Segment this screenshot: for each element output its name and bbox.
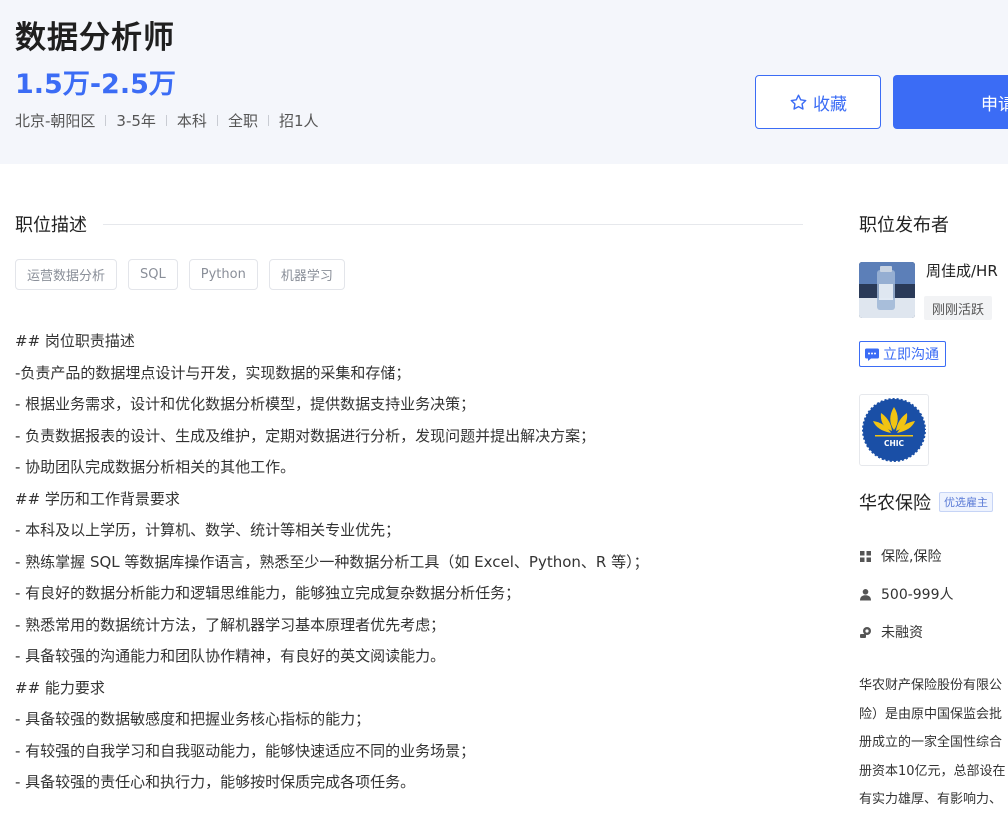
job-header: 数据分析师 1.5万-2.5万 北京-朝阳区 3-5年 本科 全职 招1人 收藏… xyxy=(0,0,1008,164)
publisher-title: 职位发布者 xyxy=(859,215,949,236)
section-divider xyxy=(103,223,803,225)
description-line: - 根据业务需求，设计和优化数据分析模型，提供数据支持业务决策； xyxy=(15,395,476,413)
description-line: -负责产品的数据埋点设计与开发，实现数据的采集和存储； xyxy=(15,363,411,382)
description-line: - 负责数据报表的设计、生成及维护，定期对数据进行分析，发现问题并提出解决方案； xyxy=(15,426,596,445)
job-type: 全职 xyxy=(227,112,258,130)
company-name-row: 华农保险 优选雇主 xyxy=(859,489,993,515)
company-logo-text: CHIC xyxy=(884,439,905,448)
skill-tag[interactable]: SQL xyxy=(128,259,178,290)
collect-button[interactable]: 收藏 xyxy=(755,75,881,129)
apply-label: 申请 xyxy=(981,94,1008,115)
description-line: - 熟练掌握 SQL 等数据库操作语言，熟悉至少一种数据分析工具（如 Excel… xyxy=(15,552,649,571)
company-name[interactable]: 华农保险 xyxy=(859,489,931,515)
description-line: - 具备较强的数据敏感度和把握业务核心指标的能力； xyxy=(15,710,371,728)
job-location: 北京-朝阳区 xyxy=(15,112,96,130)
star-icon xyxy=(790,94,807,110)
company-intro-line: 册资本10亿元，总部设在 xyxy=(859,763,1006,779)
skill-tag[interactable]: Python xyxy=(188,259,258,290)
description-line: - 具备较强的责任心和执行力，能够按时保质完成各项任务。 xyxy=(15,773,416,791)
company-intro: 华农财产保险股份有限公 险）是由原中国保监会批 册成立的一家全国性综合 册资本1… xyxy=(859,676,1008,819)
description-line: - 协助团队完成数据分析相关的其他工作。 xyxy=(15,458,296,476)
description-line: - 有良好的数据分析能力和逻辑思维能力，能够独立完成复杂数据分析任务； xyxy=(15,584,521,602)
description-line: - 有较强的自我学习和自我驱动能力，能够快速适应不同的业务场景； xyxy=(15,741,476,760)
job-education: 本科 xyxy=(176,112,207,130)
company-size-row: 500-999人 xyxy=(859,584,954,604)
avatar-photo xyxy=(859,262,915,318)
company-intro-line: 险）是由原中国保监会批 xyxy=(859,706,1003,722)
description-line: - 熟悉常用的数据统计方法，了解机器学习基本原理者优先考虑； xyxy=(15,615,446,634)
description-line: ## 学历和工作背景要求 xyxy=(15,489,180,508)
collect-label: 收藏 xyxy=(813,94,847,115)
meta-divider xyxy=(105,115,107,126)
grid-icon xyxy=(860,550,871,562)
company-industry: 保险,保险 xyxy=(881,549,942,565)
skill-tag[interactable]: 机器学习 xyxy=(268,259,345,290)
apply-button[interactable]: 申请 xyxy=(893,75,1008,129)
person-icon xyxy=(860,588,871,600)
description-heading: 职位描述 xyxy=(15,211,803,237)
funding-icon xyxy=(860,626,871,638)
company-size: 500-999人 xyxy=(881,587,954,603)
job-experience: 3-5年 xyxy=(116,112,156,130)
job-headcount: 招1人 xyxy=(278,112,319,130)
meta-divider xyxy=(216,115,218,126)
skill-tag[interactable]: 运营数据分析 xyxy=(15,259,118,290)
chat-now-label: 立即沟通 xyxy=(883,347,939,363)
skill-tags: 运营数据分析 SQL Python 机器学习 xyxy=(15,259,345,290)
preferred-employer-badge: 优选雇主 xyxy=(939,492,993,512)
job-meta: 北京-朝阳区 3-5年 本科 全职 招1人 xyxy=(15,110,319,131)
meta-divider xyxy=(267,115,269,126)
description-title: 职位描述 xyxy=(15,215,87,236)
company-industry-row: 保险,保险 xyxy=(859,546,941,566)
job-title: 数据分析师 xyxy=(15,20,175,56)
publisher-name: 周佳成/HR xyxy=(926,262,998,280)
meta-divider xyxy=(165,115,167,126)
description-line: ## 岗位职责描述 xyxy=(15,332,135,350)
description-line: - 本科及以上学历，计算机、数学、统计等相关专业优先； xyxy=(15,521,401,539)
chat-icon xyxy=(865,348,879,361)
description-line: ## 能力要求 xyxy=(15,678,105,697)
company-logo-image: CHIC xyxy=(861,397,927,463)
description-line: - 具备较强的沟通能力和团队协作精神，有良好的英文阅读能力。 xyxy=(15,647,446,665)
avatar[interactable] xyxy=(859,262,915,318)
company-funding-row: 未融资 xyxy=(859,622,923,642)
chat-now-button[interactable]: 立即沟通 xyxy=(859,341,946,367)
company-logo[interactable]: CHIC xyxy=(859,394,929,466)
company-intro-line: 有实力雄厚、有影响力、 xyxy=(859,792,1003,807)
job-description-body: ## 岗位职责描述 -负责产品的数据埋点设计与开发，实现数据的采集和存储； - … xyxy=(15,330,805,803)
company-funding: 未融资 xyxy=(881,625,923,641)
company-intro-line: 册成立的一家全国性综合 xyxy=(859,735,1003,750)
active-status-badge: 刚刚活跃 xyxy=(924,296,993,320)
salary-range: 1.5万-2.5万 xyxy=(15,69,176,100)
company-intro-line: 华农财产保险股份有限公 xyxy=(859,678,1003,693)
